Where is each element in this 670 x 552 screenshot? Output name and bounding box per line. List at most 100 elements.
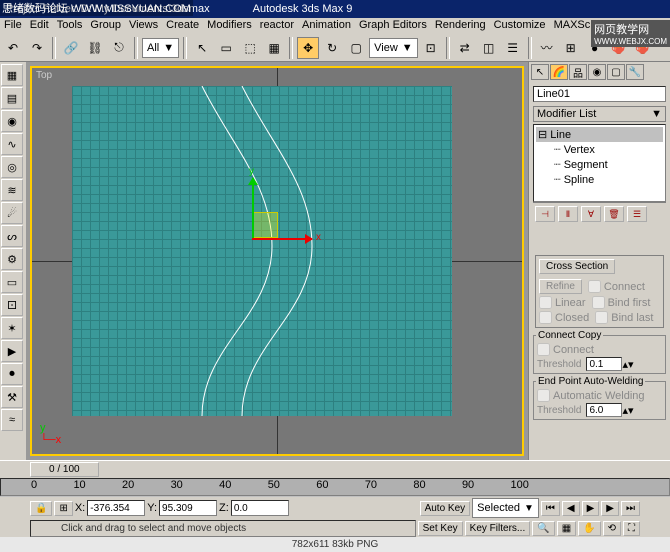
object-name-field[interactable] — [533, 86, 666, 102]
mirror-button[interactable]: ⇄ — [454, 37, 476, 59]
center-button[interactable]: ⊡ — [420, 37, 442, 59]
select-button[interactable]: ↖ — [191, 37, 213, 59]
play-icon[interactable]: ▶ — [582, 501, 600, 516]
goto-end-icon[interactable]: ⏭ — [621, 501, 640, 516]
plane-icon[interactable]: ▭ — [1, 271, 23, 293]
select-window-button[interactable]: ▦ — [263, 37, 285, 59]
motion-tab-icon[interactable]: ◉ — [588, 64, 606, 80]
rope-icon[interactable]: ∿ — [1, 133, 23, 155]
refine-button[interactable]: Refine — [539, 279, 582, 294]
gizmo-xy-plane[interactable] — [252, 212, 278, 238]
setkey-button[interactable]: Set Key — [418, 521, 463, 536]
preview-icon[interactable]: ▶ — [1, 340, 23, 362]
z-coord-input[interactable] — [231, 500, 289, 516]
keyfilters-button[interactable]: Key Filters... — [465, 521, 531, 536]
curve-editor-button[interactable]: 〰 — [536, 37, 558, 59]
water-icon[interactable]: ≋ — [1, 179, 23, 201]
autoweld-checkbox[interactable]: Automatic Welding — [536, 388, 663, 403]
cross-section-button[interactable]: Cross Section — [539, 259, 615, 274]
stack-item-spline[interactable]: ┈ Spline — [536, 172, 663, 187]
goto-start-icon[interactable]: ⏮ — [541, 501, 560, 516]
rigid-body-icon[interactable]: ▦ — [1, 64, 23, 86]
softbody-icon[interactable]: ◉ — [1, 110, 23, 132]
schematic-button[interactable]: ⊞ — [560, 37, 582, 59]
menu-tools[interactable]: Tools — [57, 19, 83, 33]
zoom-all-icon[interactable]: ▦ — [557, 521, 576, 536]
bind-button[interactable]: ⎋ — [108, 37, 130, 59]
create-tab-icon[interactable]: ↖ — [531, 64, 549, 80]
modifier-list-dropdown[interactable]: Modifier List▼ — [533, 106, 666, 122]
bindfirst-checkbox[interactable]: Bind first — [591, 295, 652, 310]
menu-grapheditors[interactable]: Graph Editors — [359, 19, 427, 33]
select-rect-button[interactable]: ⬚ — [239, 37, 261, 59]
link-button[interactable]: 🔗 — [60, 37, 82, 59]
gizmo-y-axis[interactable] — [252, 178, 254, 238]
menu-views[interactable]: Views — [129, 19, 158, 33]
display-tab-icon[interactable]: ▢ — [607, 64, 625, 80]
keymode-dropdown[interactable]: Selected ▼ — [472, 498, 539, 518]
menu-animation[interactable]: Animation — [302, 19, 351, 33]
pan-icon[interactable]: ✋ — [578, 521, 600, 536]
stack-item-line[interactable]: ⊟ Line — [536, 127, 663, 142]
utilities-tab-icon[interactable]: 🔧 — [626, 64, 644, 80]
configure-icon[interactable]: ☰ — [627, 206, 647, 222]
bindlast-checkbox[interactable]: Bind last — [594, 310, 654, 325]
maximize-viewport-icon[interactable]: ⛶ — [623, 521, 640, 536]
viewport-top[interactable]: Top x y y └─x — [30, 66, 524, 456]
connect-checkbox[interactable]: Connect — [587, 278, 646, 295]
unique-icon[interactable]: ∀ — [581, 206, 601, 222]
linear-checkbox[interactable]: Linear — [538, 295, 587, 310]
track-bar[interactable]: 0102030405060708090100 — [0, 478, 670, 496]
layers-button[interactable]: ☰ — [502, 37, 524, 59]
closed-checkbox[interactable]: Closed — [538, 310, 590, 325]
fracture-icon[interactable]: ✶ — [1, 317, 23, 339]
modify-tab-icon[interactable]: 🌈 — [550, 64, 568, 80]
time-slider-thumb[interactable]: 0 / 100 — [30, 462, 99, 477]
spring-icon[interactable]: ᔕ — [1, 225, 23, 247]
prev-frame-icon[interactable]: ◀ — [562, 501, 580, 516]
align-button[interactable]: ◫ — [478, 37, 500, 59]
threshold-spinner[interactable]: ▴▾ — [586, 357, 633, 371]
stack-item-vertex[interactable]: ┈ Vertex — [536, 142, 663, 157]
connect2-checkbox[interactable]: Connect — [536, 342, 663, 357]
rotate-button[interactable]: ↻ — [321, 37, 343, 59]
analyze-icon[interactable]: ≈ — [1, 409, 23, 431]
threshold2-spinner[interactable]: ▴▾ — [586, 403, 633, 417]
menu-edit[interactable]: Edit — [30, 19, 49, 33]
pin-stack-icon[interactable]: ⊣ — [535, 206, 555, 222]
util-icon[interactable]: ⚒ — [1, 386, 23, 408]
menu-file[interactable]: File — [4, 19, 22, 33]
lock-selection-icon[interactable]: 🔒 — [30, 501, 52, 516]
menu-reactor[interactable]: reactor — [260, 19, 294, 33]
move-button[interactable]: ✥ — [297, 37, 319, 59]
menu-create[interactable]: Create — [166, 19, 199, 33]
scale-button[interactable]: ▢ — [345, 37, 367, 59]
y-coord-input[interactable] — [159, 500, 217, 516]
x-coord-input[interactable] — [87, 500, 145, 516]
show-result-icon[interactable]: Ⅱ — [558, 206, 578, 222]
refcoord-dropdown[interactable]: View▼ — [369, 38, 418, 58]
create-anim-icon[interactable]: ⏺ — [1, 363, 23, 385]
unlink-button[interactable]: ⛓ — [84, 37, 106, 59]
next-frame-icon[interactable]: ▶ — [601, 501, 619, 516]
selection-filter-dropdown[interactable]: All▼ — [142, 38, 179, 58]
autokey-button[interactable]: Auto Key — [420, 501, 471, 516]
remove-mod-icon[interactable]: 🗑 — [604, 206, 624, 222]
hierarchy-tab-icon[interactable]: 品 — [569, 64, 587, 80]
gizmo-x-axis[interactable] — [252, 238, 312, 240]
arc-rotate-icon[interactable]: ⟲ — [603, 521, 621, 536]
menu-customize[interactable]: Customize — [494, 19, 546, 33]
wind-icon[interactable]: ☄ — [1, 202, 23, 224]
undo-button[interactable]: ↶ — [2, 37, 24, 59]
cloth-icon[interactable]: ▤ — [1, 87, 23, 109]
motor-icon[interactable]: ⚙ — [1, 248, 23, 270]
zoom-icon[interactable]: 🔍 — [532, 521, 554, 536]
abs-transform-icon[interactable]: ⊞ — [54, 501, 72, 516]
select-name-button[interactable]: ▭ — [215, 37, 237, 59]
time-slider[interactable]: 0 / 100 — [0, 460, 670, 478]
toy-icon[interactable]: ⚀ — [1, 294, 23, 316]
stack-item-segment[interactable]: ┈ Segment — [536, 157, 663, 172]
menu-rendering[interactable]: Rendering — [435, 19, 486, 33]
redo-button[interactable]: ↷ — [26, 37, 48, 59]
menu-group[interactable]: Group — [90, 19, 121, 33]
